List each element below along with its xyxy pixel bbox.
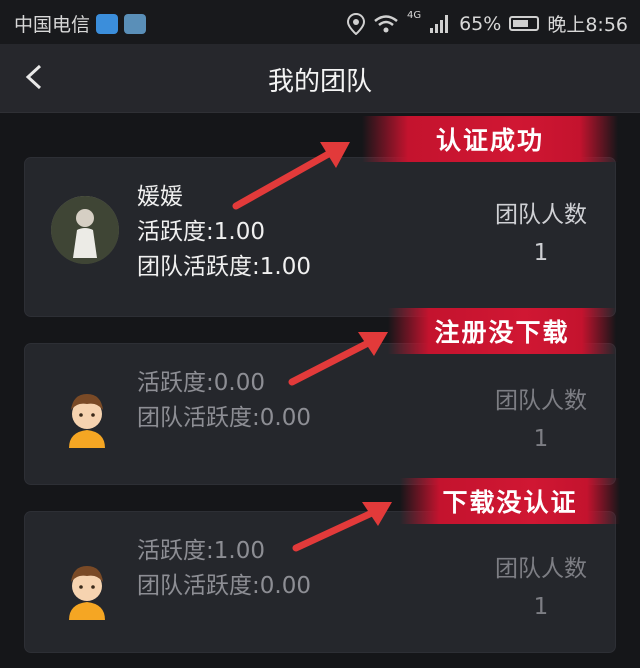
carrier-name: 中国电信 bbox=[14, 14, 91, 36]
activity-score: 活跃度:0.00 bbox=[137, 370, 265, 396]
team-size: 团队人数 1 bbox=[495, 382, 587, 458]
default-avatar-icon bbox=[69, 566, 105, 620]
arrow-annotation bbox=[288, 332, 388, 386]
clock: 晚上8:56 bbox=[547, 14, 628, 36]
team-activity-score: 团队活跃度:1.00 bbox=[137, 254, 311, 280]
team-size-label: 团队人数 bbox=[495, 202, 587, 228]
team-size-label: 团队人数 bbox=[495, 556, 587, 582]
team-size-count: 1 bbox=[533, 426, 549, 452]
signal-icon bbox=[430, 14, 449, 33]
status-bar: 中国电信 4G 65% 晚上8:56 bbox=[0, 0, 640, 44]
team-size-count: 1 bbox=[533, 594, 549, 620]
nav-bar: 我的团队 bbox=[0, 44, 640, 113]
annotation-banner: 认证成功 bbox=[362, 116, 618, 162]
wifi-icon bbox=[374, 14, 398, 32]
default-avatar-icon bbox=[69, 394, 105, 448]
status-left: 中国电信 bbox=[14, 10, 147, 37]
team-activity-score: 团队活跃度:0.00 bbox=[137, 405, 311, 431]
activity-score: 活跃度:1.00 bbox=[137, 219, 265, 245]
team-size-label: 团队人数 bbox=[495, 388, 587, 414]
team-size-count: 1 bbox=[533, 240, 549, 266]
arrow-annotation bbox=[292, 502, 392, 552]
activity-score: 活跃度:1.00 bbox=[137, 538, 265, 564]
avatar bbox=[59, 560, 115, 620]
team-size: 团队人数 1 bbox=[495, 196, 587, 272]
avatar-photo bbox=[51, 196, 119, 264]
avatar bbox=[59, 388, 115, 448]
status-right: 4G 65% 晚上8:56 bbox=[346, 10, 628, 37]
battery-level bbox=[513, 20, 528, 27]
battery-icon bbox=[509, 16, 540, 31]
member-info: 活跃度:1.00 团队活跃度:0.00 bbox=[137, 534, 311, 604]
location-icon bbox=[346, 12, 365, 35]
annotation-banner: 下载没认证 bbox=[400, 478, 620, 524]
team-size: 团队人数 1 bbox=[495, 550, 587, 626]
battery-percent: 65% bbox=[459, 12, 502, 35]
team-activity-score: 团队活跃度:0.00 bbox=[137, 573, 311, 599]
arrow-annotation bbox=[232, 142, 350, 210]
annotation-banner: 注册没下载 bbox=[388, 308, 616, 354]
page-title: 我的团队 bbox=[267, 67, 372, 97]
app-notification-icon bbox=[124, 13, 147, 34]
app-notification-icon bbox=[96, 13, 119, 34]
avatar bbox=[51, 196, 119, 264]
member-info: 活跃度:0.00 团队活跃度:0.00 bbox=[137, 366, 311, 436]
network-type: 4G bbox=[406, 10, 422, 21]
